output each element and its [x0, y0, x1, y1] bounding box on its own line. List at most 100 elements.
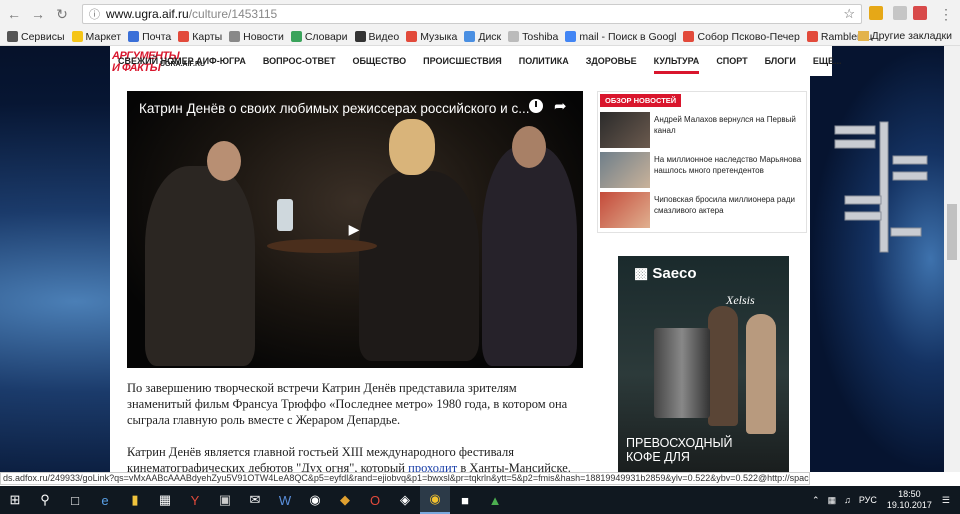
- advertisement-banner[interactable]: ▩ Saeco Xelsis ПРЕВОСХОДНЫЙ КОФЕ ДЛЯ: [618, 256, 789, 472]
- info-icon[interactable]: ⓘ: [89, 6, 100, 22]
- taskbar-clock[interactable]: 18:50 19.10.2017: [887, 489, 932, 511]
- browser-toolbar: ← → ↻ ⓘ www.ugra.aif.ru /culture/1453115…: [0, 0, 960, 28]
- main-content: Катрин Денёв о своих любимых режиссерах …: [110, 76, 592, 472]
- ad-model-name: Xelsis: [726, 293, 755, 307]
- other-bookmarks[interactable]: Другие закладки: [857, 30, 952, 42]
- ad-brand-logo: ▩ Saeco: [634, 265, 697, 282]
- nav-health[interactable]: ЗДОРОВЬЕ: [586, 46, 637, 76]
- video-water-bottle: [277, 199, 293, 231]
- bookmark-sobor[interactable]: Собор Псково-Печер: [683, 31, 800, 43]
- bookmark-google-mail[interactable]: mail - Поиск в Googl: [565, 31, 676, 43]
- article-body: По завершению творческой встречи Катрин …: [127, 380, 583, 472]
- network-icon[interactable]: ▦: [828, 495, 837, 506]
- store-icon[interactable]: ▦: [150, 486, 180, 514]
- volume-icon[interactable]: ♫: [844, 495, 851, 505]
- article-paragraph: По завершению творческой встречи Катрин …: [127, 381, 568, 427]
- bookmark-disk[interactable]: Диск: [464, 31, 501, 43]
- scrollbar-thumb[interactable]: [947, 204, 957, 260]
- video-person-left: [145, 166, 255, 366]
- bookmarks-bar: Сервисы Маркет Почта Карты Новости Слова…: [0, 28, 960, 46]
- nav-blogs[interactable]: БЛОГИ: [765, 46, 796, 76]
- yandex-browser-icon[interactable]: Y: [180, 486, 210, 514]
- app-icon[interactable]: ▲: [480, 486, 510, 514]
- language-indicator[interactable]: РУС: [859, 495, 877, 505]
- bookmark-maps[interactable]: Карты: [178, 31, 222, 43]
- news-icon: [229, 31, 241, 42]
- bookmark-mail[interactable]: Почта: [128, 31, 171, 43]
- article-link[interactable]: проходит: [408, 461, 457, 472]
- app-icon[interactable]: ◈: [390, 486, 420, 514]
- word-icon[interactable]: W: [270, 486, 300, 514]
- status-bar-url: ds.adfox.ru/249933/goLink?qs=vMxAABcAAAB…: [0, 472, 810, 485]
- ad-text: ПРЕВОСХОДНЫЙ КОФЕ ДЛЯ: [626, 436, 733, 464]
- game-icon[interactable]: ◆: [330, 486, 360, 514]
- notifications-icon[interactable]: ☰: [942, 495, 950, 506]
- windows-taskbar: ⊞ ⚲ □ e ▮ ▦ Y ▣ ✉ W ◉ ◆ O ◈ ◉ ■ ▲ ⌃ ▦ ♫ …: [0, 486, 960, 514]
- task-view-icon[interactable]: □: [60, 486, 90, 514]
- forward-icon[interactable]: →: [28, 4, 48, 24]
- menu-icon[interactable]: ⋮: [936, 4, 956, 24]
- nav-fresh-issue[interactable]: СВЕЖИЙ НОМЕР АИФ-ЮГРА: [118, 46, 246, 76]
- news-item[interactable]: На миллионное наследство Марьянова нашло…: [600, 152, 805, 188]
- bookmark-music[interactable]: Музыка: [406, 31, 457, 43]
- reload-icon[interactable]: ↻: [52, 4, 72, 24]
- app-icon[interactable]: ■: [450, 486, 480, 514]
- opera-icon[interactable]: O: [360, 486, 390, 514]
- bookmark-video[interactable]: Видео: [354, 31, 399, 43]
- nav-politics[interactable]: ПОЛИТИКА: [519, 46, 569, 76]
- search-icon[interactable]: ⚲: [30, 486, 60, 514]
- nav-sport[interactable]: СПОРТ: [716, 46, 747, 76]
- folder-icon: [857, 31, 869, 41]
- ad-coffee-machine-image: [654, 328, 710, 418]
- ad-person: [746, 314, 776, 434]
- news-thumbnail: [600, 112, 650, 148]
- url-host: www.ugra.aif.ru: [106, 7, 189, 21]
- explorer-icon[interactable]: ▮: [120, 486, 150, 514]
- video-person-right: [482, 146, 577, 366]
- news-review-header[interactable]: ОБЗОР НОВОСТЕЙ: [600, 94, 682, 107]
- play-button-icon[interactable]: ▶: [339, 218, 369, 240]
- site-navigation: АРГУМЕНТЫ И ФАКТЫ UGRA.AIF.RU СВЕЖИЙ НОМ…: [110, 46, 842, 76]
- nav-more[interactable]: ЕЩЕ...: [813, 46, 842, 76]
- video-title[interactable]: Катрин Денёв о своих любимых режиссерах …: [139, 101, 529, 116]
- bookmark-news[interactable]: Новости: [229, 31, 284, 43]
- system-tray: ⌃ ▦ ♫ РУС 18:50 19.10.2017 ☰: [812, 486, 960, 514]
- dictionary-icon: [290, 31, 302, 42]
- bookmark-services[interactable]: Сервисы: [7, 31, 65, 43]
- video-face-center: [389, 119, 435, 175]
- chrome-icon[interactable]: ◉: [420, 486, 450, 514]
- bookmark-market[interactable]: Маркет: [71, 31, 121, 43]
- extension-flag-icon[interactable]: [869, 6, 883, 20]
- space-station-image: [834, 121, 928, 253]
- news-review-block: ОБЗОР НОВОСТЕЙ Андрей Малахов вернулся н…: [597, 91, 807, 233]
- nav-qa[interactable]: ВОПРОС-ОТВЕТ: [263, 46, 336, 76]
- video-player[interactable]: Катрин Денёв о своих любимых режиссерах …: [127, 91, 583, 368]
- extension-adblock-icon[interactable]: [913, 6, 927, 20]
- media-icon[interactable]: ◉: [300, 486, 330, 514]
- app-icon[interactable]: ▣: [210, 486, 240, 514]
- back-icon[interactable]: ←: [4, 4, 24, 24]
- windows-start-icon[interactable]: ⊞: [0, 486, 30, 514]
- folder-icon: [508, 31, 520, 42]
- bookmark-dictionaries[interactable]: Словари: [290, 31, 348, 43]
- nav-culture[interactable]: КУЛЬТУРА: [653, 46, 699, 76]
- news-item[interactable]: Чиповская бросила миллионера ради смазли…: [600, 192, 805, 228]
- nav-society[interactable]: ОБЩЕСТВО: [352, 46, 406, 76]
- article-paragraph: Катрин Денёв является главной гостьей XI…: [127, 444, 583, 472]
- video-face-right: [512, 126, 546, 168]
- video-face-left: [207, 141, 241, 181]
- bookmark-toshiba[interactable]: Toshiba: [508, 31, 558, 43]
- news-item[interactable]: Андрей Малахов вернулся на Первый канал: [600, 112, 805, 148]
- news-thumbnail: [600, 152, 650, 188]
- nav-incidents[interactable]: ПРОИСШЕСТВИЯ: [423, 46, 502, 76]
- share-icon[interactable]: ➦: [554, 97, 567, 115]
- page-scrollbar[interactable]: [944, 46, 960, 472]
- extension-icon[interactable]: [893, 6, 907, 20]
- chat-icon[interactable]: ✉: [240, 486, 270, 514]
- bookmark-star-icon[interactable]: ☆: [843, 6, 855, 22]
- tray-up-arrow-icon[interactable]: ⌃: [812, 495, 820, 506]
- watch-later-icon[interactable]: [529, 99, 543, 113]
- google-icon: [565, 31, 577, 42]
- edge-icon[interactable]: e: [90, 486, 120, 514]
- address-bar[interactable]: ⓘ www.ugra.aif.ru /culture/1453115 ☆: [82, 4, 862, 24]
